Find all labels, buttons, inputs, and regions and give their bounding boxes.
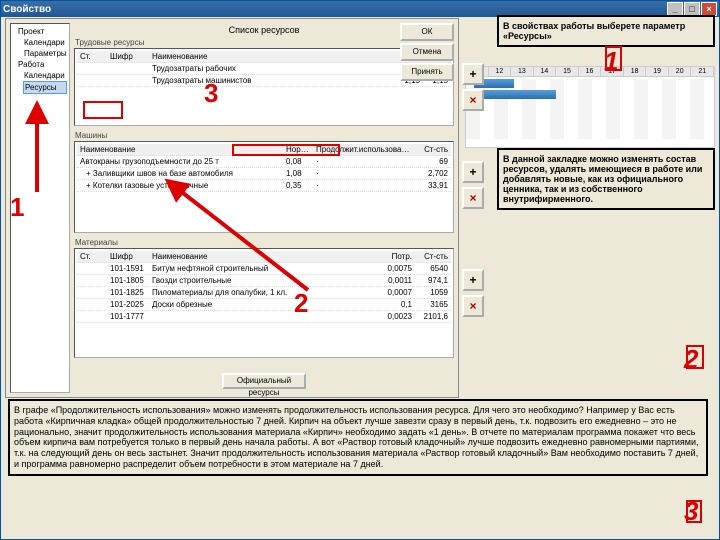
tree-calendars1[interactable]: Календари [23,37,67,48]
highlight-box [686,500,702,523]
minimize-button[interactable]: _ [667,2,683,16]
remove-button[interactable]: × [462,295,484,317]
table-row[interactable]: 101-17770,00232101,6 [77,311,451,323]
tree-calendars2[interactable]: Календари [23,70,67,81]
highlight-box [686,345,704,369]
close-button[interactable]: × [701,2,717,16]
highlight-box [83,101,123,119]
annotation-number: 1 [10,192,24,223]
tree-params[interactable]: Параметры [23,48,67,59]
arrow-icon [168,180,308,292]
labor-section-label: Трудовые ресурсы [74,37,454,48]
table-row[interactable]: Автокраны грузоподъемности до 25 т0,08·6… [77,156,451,168]
add-button[interactable]: + [462,269,484,291]
remove-button[interactable]: × [462,187,484,209]
remove-button[interactable]: × [462,89,484,111]
callout-2: В данной закладке можно изменять состав … [497,148,715,210]
tree-project[interactable]: Проект [17,26,67,37]
ok-button[interactable]: ОК [400,23,454,41]
labor-panel: Ст. Шифр Наименование Ед Ед Трудозатраты… [74,48,454,126]
table-row[interactable]: 101-2025Доски обрезные0,13165 [77,299,451,311]
tab-resources: Список ресурсов [74,23,454,37]
labor-side-buttons: + × [462,63,484,111]
tree-resources[interactable]: Ресурсы [23,81,67,94]
materials-side-buttons: + × [462,269,484,317]
callout-3: В графе «Продолжительность использования… [8,399,708,476]
apply-button[interactable]: Принять [400,63,454,81]
highlight-box [605,46,622,71]
official-resources-button[interactable]: Официальный ресурсы [222,373,306,389]
table-row[interactable]: Трудозатраты машинистов1,151,15 [77,75,451,87]
add-button[interactable]: + [462,63,484,85]
table-row[interactable]: + Заливщики швов на базе автомобиля1,08·… [77,168,451,180]
add-button[interactable]: + [462,161,484,183]
tree-work[interactable]: Работа [17,59,67,70]
dialog-buttons: ОК Отмена Принять [400,23,454,81]
gantt-chart: 1112131415161718192021 [465,66,715,148]
machines-side-buttons: + × [462,161,484,209]
cancel-button[interactable]: Отмена [400,43,454,61]
table-row[interactable]: Трудозатраты рабочих5,955,95 [77,63,451,75]
arrow-icon [29,112,45,194]
callout-1: В свойствах работы выберете параметр «Ре… [497,15,715,47]
annotation-number: 3 [204,78,218,109]
annotation-number: 2 [294,288,308,319]
maximize-button[interactable]: □ [684,2,700,16]
highlight-box [232,144,340,156]
machines-section-label: Машины [74,130,454,141]
titlebar-text: Свойство [3,4,51,15]
